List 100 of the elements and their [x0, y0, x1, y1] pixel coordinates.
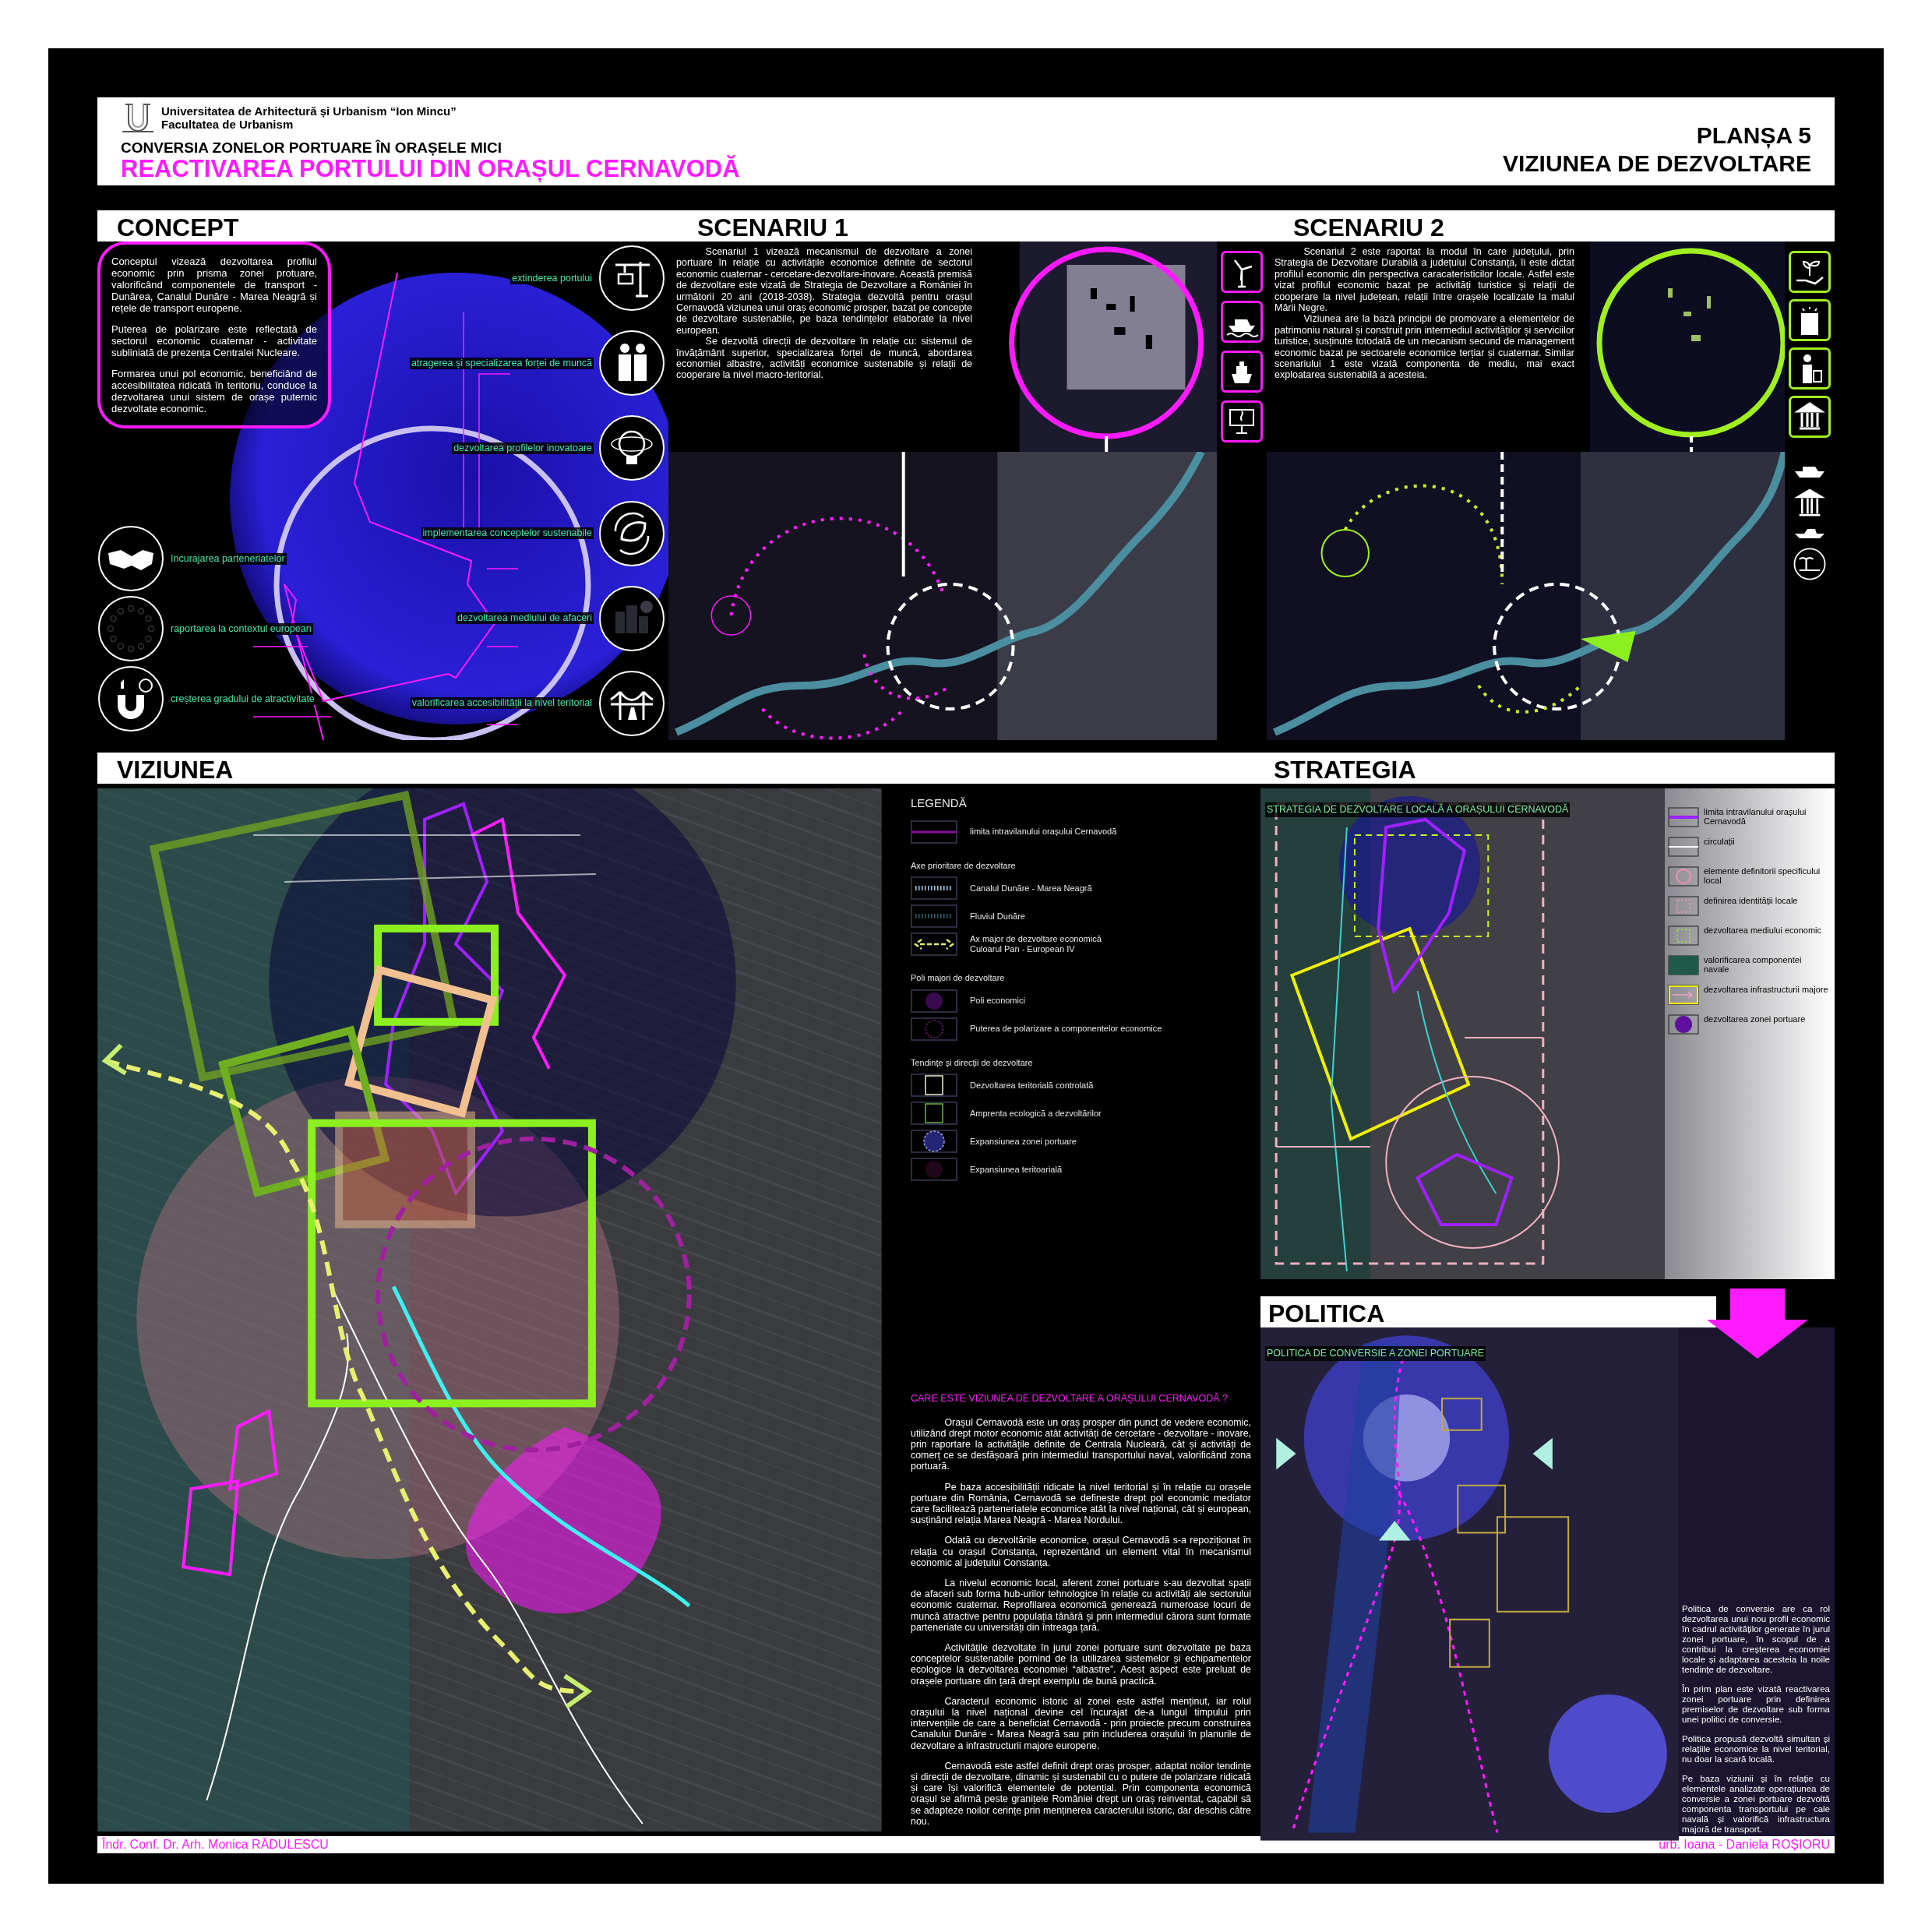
workers-icon: [598, 330, 666, 397]
legend-symbol: [911, 820, 957, 844]
legend-label: Amprenta ecologică a dezvoltărilor: [970, 1108, 1102, 1119]
vision-paragraph: Caracterul economic istoric al zonei este astfel menținut, iar rolul orașului la nivel național devine cel încurajat de-a lungul timpului prin intervențiile de care a beneficiat Cernavodă - prin proiecte precum construirea Canalului Dunăre - Marea Neagră sau prin includerea orașului în planurile de dezvoltare a infrastructurii majore europene.: [911, 1695, 1251, 1751]
legend-label: dezvoltarea infrastructurii majore: [1704, 985, 1828, 994]
legend-label: definirea identității locale: [1704, 896, 1799, 905]
star-ring-icon: [97, 595, 164, 662]
legend-label: limita intravilanului orașului Cernavodă: [1704, 807, 1807, 826]
legend-symbol: [911, 1017, 957, 1041]
sheet-number: PLANȘA 5: [1696, 122, 1811, 150]
wind-turbine-icon: [1221, 251, 1263, 293]
concept-paragraph: Puterea de polarizare este reflectată de sectorul economic cuaternar - activitate subliniată de prezența Centralei Nucleare.: [111, 323, 317, 358]
vision-question: CARE ESTE VIZIUNEA DE DEZVOLTARE A ORAȘULUI CERNAVODĂ ?: [911, 1391, 1229, 1405]
scenario-paragraph: Se dezvoltă direcții de dezvoltare în relație cu: sistemul de învățământ superior, specializarea forței de muncă, abordarea economiei albastre, activități economice sustenabile și relații de cooperare la nivel macro-teritorial.: [676, 336, 973, 381]
ship-icon: [1221, 351, 1263, 393]
policy-paragraph: În prim plan este vizată reactivarea zonei portuare prin definirea premiselor de dezvoltare sub forma unei politici de conversie.: [1682, 1683, 1830, 1725]
section-heading: SCENARIU 2: [1292, 213, 1444, 242]
concept-label: încurajarea parteneriatelor: [169, 552, 287, 565]
boat-icon: [1221, 301, 1263, 343]
policy-paragraph: Politica de conversie are ca rol dezvoltarea unui nou profil economic în cadrul activităților generate în jurul zonei portuare, în scopul de a contribui la creșterea economiei locale și adaptarea acesteia la noile tendințe de dezvoltare.: [1682, 1603, 1830, 1675]
faculty-name: Facultatea de Urbanism: [161, 118, 294, 131]
legend-heading: Tendințe și direcții de dezvoltare: [911, 1056, 1034, 1069]
legend-symbol: [1668, 925, 1699, 946]
legend-label: Ax major de dezvoltare economică Culoarul Pan - European IV: [970, 934, 1102, 954]
legend-heading: Axe prioritare de dezvoltare: [911, 859, 1017, 872]
bridge-icon: [598, 669, 666, 737]
legend-symbol: [1668, 955, 1699, 975]
section-heading: POLITICA: [1267, 1299, 1385, 1327]
hotel-icon: [1789, 299, 1831, 341]
legend-symbol: [1668, 985, 1699, 1005]
traveler-icon: [1789, 347, 1831, 390]
section-heading: CONCEPT: [116, 213, 240, 242]
museum-icon: [1789, 396, 1831, 438]
vision-paragraph: Cernavodă este astfel definit drept oraș prosper, adaptat noilor tendințe și direcții de dezvoltare, dinamic și sustenabil cu o putere de polarizare ridicată și care își valorifică elementele de potențial. Prin componenta economică orașul se afirmă peste granițele României drept un oraș reinventat, capabil să se adapteze noilor cerințe prin menținerea caracterului istoric, dar deschis către nou.: [911, 1760, 1251, 1827]
legend-label: Expansiunea zonei portuare: [970, 1136, 1077, 1147]
legend-title: LEGENDĂ: [911, 795, 968, 811]
concept-label: raportarea la contextul european: [169, 622, 313, 635]
crane-icon: [598, 245, 666, 312]
monitor-plant-icon: [1221, 400, 1263, 442]
legend-label: Poli economici: [970, 996, 1025, 1006]
legend-label: Dezvoltarea teritorială controlată: [970, 1080, 1094, 1091]
legend-symbol: [911, 1130, 957, 1153]
legend-symbol: [1668, 837, 1699, 857]
section-heading: STRATEGIA: [1273, 756, 1416, 784]
legend-symbol: [911, 1102, 957, 1125]
legend-label: Canalul Dunăre - Marea Neagră: [970, 883, 1092, 894]
office-buildings-icon: [598, 584, 666, 652]
legend-label: Fluviul Dunăre: [970, 911, 1025, 922]
legend-symbol: [911, 1074, 957, 1097]
vision-paragraph: Activitățile dezvoltate în jurul zonei portuare sunt dezvoltate pe baza conceptelor sustenabile pornind de la utilizarea sistemelor și echipamentelor ecologice la dezvoltarea economiei “albastre”. Acest aspect este preluat de orașele portuare din țară drept exemplu de bună practică.: [911, 1641, 1251, 1687]
legend-label: Puterea de polarizare a componentelor economice: [970, 1024, 1162, 1034]
down-arrow-icon: [1707, 1289, 1808, 1359]
university-logo-icon: [121, 102, 155, 133]
concept-label: implementarea conceptelor sustenabile: [421, 527, 594, 540]
vision-paragraph: Orașul Cernavodă este un oraș prosper din punct de vedere economic, utilizând drept motor economic atât activități de cercetare - dezvoltare - inovare, prin raportare la activitățile definite de Centrala Nucleară, cât și activități de comerț ce se desfășoară prin intermediul transportului naval, valorificând zona portuară.: [911, 1416, 1251, 1472]
boat-icon: [1794, 466, 1825, 478]
legend-label: elemente definitorii specificului local: [1704, 866, 1821, 885]
concept-paragraph: Conceptul vizează dezvoltarea profilul economic prin prisma zonei protuare, valorificând componentele de transport - Dunărea, Canalul Dunăre - Marea Neagră și rețele de transport europene.: [111, 256, 317, 314]
legend-symbol: [911, 876, 957, 900]
scenario-paragraph: Viziunea are la bază principii de promovare a elementelor de patrimoniu natural și construit prin intermediul activităților și serviciilor turistice, susținute totodată de un mecanism secund de management economic bazat pe sectoarele economice terțiar și cuaternar. Similar scenariului 1 este vizată componenta de mediu, mai exact exploatarea sustenabilă a acesteia.: [1274, 313, 1574, 381]
poster-title: REACTIVAREA PORTULUI DIN ORAȘUL CERNAVODĂ: [121, 157, 740, 182]
legend-label: dezvoltarea zonei portuare: [1704, 1014, 1807, 1024]
policy-paragraph: Politica propusă dezvoltă simultan și relațiile economice la nivel teritorial, nu doar la scară locală.: [1682, 1733, 1830, 1765]
legend-symbol: [911, 1158, 957, 1181]
supervisor-name: Îndr. Conf. Dr. Arh. Monica RĂDULESCU: [102, 1836, 329, 1853]
legend-symbol: [1668, 866, 1699, 887]
legend-symbol: [1668, 807, 1699, 827]
author-name: urb. Ioana - Daniela ROȘIORU: [1659, 1837, 1830, 1853]
concept-label: valorificarea accesibilității la nivel teritorial: [410, 697, 594, 710]
legend-label: valorificarea componentei navale: [1704, 955, 1803, 974]
hand-plant-icon: [1789, 251, 1831, 293]
legend-symbol: [911, 933, 957, 956]
poster-subtitle: CONVERSIA ZONELOR PORTUARE ÎN ORAȘELE MICI: [121, 139, 503, 157]
leaf-cycle-icon: [598, 499, 666, 567]
vision-paragraph: Odată cu dezvoltările economice, orașul Cernavodă s-a repoziționat în relația cu orașul Constanța, reprezentând un element vital în mecanismul economic al județului Constanța.: [911, 1535, 1251, 1568]
concept-paragraph: Formarea unui pol economic, beneficiând de accesibilitatea ridicată în teritoriu, conduce la dezvoltarea unui sistem de orașe puternic dezvoltate economic.: [111, 368, 317, 414]
boat-icon: [1794, 528, 1825, 539]
map-title: STRATEGIA DE DEZVOLTARE LOCALĂ A ORAȘULUI CERNAVODĂ: [1265, 802, 1571, 817]
map-title: POLITICA DE CONVERSIE A ZONEI PORTUARE: [1265, 1346, 1486, 1361]
vision-paragraph: La nivelul economic local, aferent zonei portuare s-au dezvoltat spații de afaceri sub forma hub-urilor tehnologice în relație cu activități ale sectorului economic cuaternar. Reprofilarea economică generează numeroase locuri de muncă atractive pentru populația tânără și prin intermediul cărora sunt formate parteneriate cu universități din întreaga țară.: [911, 1577, 1251, 1633]
concept-label: extinderea portului: [510, 272, 594, 284]
vision-paragraph: Pe baza accesibilității ridicate la nivel teritorial și în relație cu orașele portuare din România, Cernavodă se definește drept pol economic mediator care facilitează parteneriatele economice atât la nivel național, cât și european, susținând relația Marea Neagră - Marea Nordului.: [911, 1481, 1251, 1526]
legend-label: circulații: [1704, 837, 1736, 846]
magnet-icon: [97, 665, 164, 732]
sheet-title: VIZIUNEA DE DEZVOLTARE: [1502, 150, 1811, 178]
policy-paragraph: Pe baza viziunii și în relație cu elementele analizate operațiunea de conversie a zonei portuare dezvoltă componenta transportului pe cale navală și valorifică infrastructura majoră de transport.: [1682, 1773, 1830, 1835]
legend-label: limita intravilanului orașului Cernavodă: [970, 827, 1117, 837]
legend-heading: Poli majori de dezvoltare: [911, 972, 1006, 984]
legend-label: dezvoltarea mediului economic: [1704, 925, 1823, 935]
university-name: Universitatea de Arhitectură și Urbanism “Ion Mincu”: [161, 104, 457, 118]
legend-symbol: [911, 904, 957, 928]
section-heading: SCENARIU 1: [696, 213, 849, 242]
legend-symbol: [1668, 896, 1699, 916]
concept-label: dezvoltarea mediului de afaceri: [456, 612, 594, 625]
scenario-paragraph: Scenariul 1 vizează mecanismul de dezvoltare a zonei portuare în relație cu activitățile economice definite de sectorul economic cuaternar - cercetare-dezvoltare-inovare. Această premisă de dezvoltare este vizată de Strategia de Dezvoltare a României în următorii 20 ani (2018-2038). Strategia dezvoltă pentru orașul Cernavodă viziunea unui oraș economic prosper, bazat pe concepte de dezvoltare sustenabile, pe baza tendințelor elaborate la nivel european.: [676, 246, 973, 337]
section-heading: VIZIUNEA: [116, 756, 234, 784]
legend-symbol: [911, 989, 957, 1013]
legend-symbol: [1668, 1014, 1699, 1035]
scenario-paragraph: Scenariul 2 este raportat la modul în care județului, prin Strategia de Dezvoltare Durabilă a județului Constanța, îi este dictat profilul economic din perspectiva caracateristicilor locale. Astfel este vizat profilul economic bazat pe activități turistice și relații de cooperare la nivel județean, relații între orașele localizate la malul Mării Negre.: [1274, 246, 1574, 314]
concept-label: creșterea gradului de atractivitate: [169, 693, 316, 705]
